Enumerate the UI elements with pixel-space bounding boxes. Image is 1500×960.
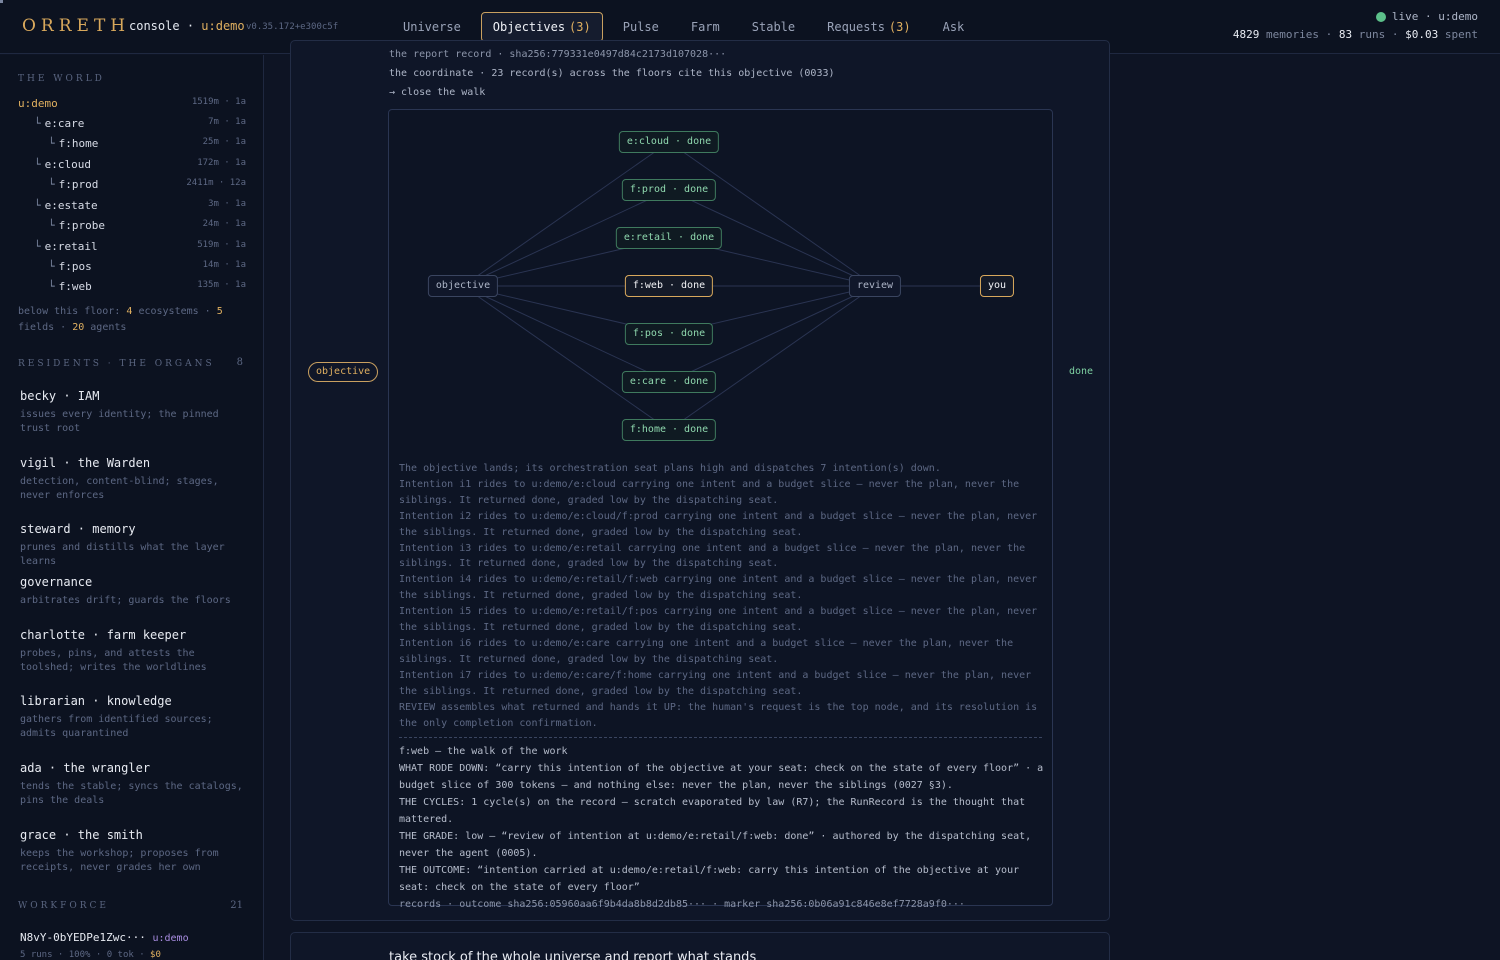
residents-heading: RESIDENTS · THE ORGANS <box>18 359 215 369</box>
node-e-care[interactable]: e:care · done <box>621 371 717 393</box>
universe-label: u:demo <box>201 19 245 33</box>
tree-item-f-home[interactable]: └ f:home 25m · 1a <box>18 137 246 153</box>
next-objective-title: take stock of the whole universe and rep… <box>389 950 757 960</box>
walk-title: f:web — the walk of the work <box>399 746 568 757</box>
tab-universe[interactable]: Universe <box>391 12 473 42</box>
tree-item-e-cloud[interactable]: └ e:cloud 172m · 1a <box>18 158 246 174</box>
live-indicator-icon <box>1375 11 1386 22</box>
node-f-web[interactable]: f:web · done <box>624 275 714 297</box>
tree-item-u-demo[interactable]: u:demo 1519m · 1a <box>18 97 246 113</box>
coordinate-line: the coordinate · 23 record(s) across the… <box>389 68 835 79</box>
edge-intention-review <box>668 285 876 431</box>
usage-stats: 4829 memories · 83 runs · $0.03 spent <box>1232 28 1478 41</box>
node-f-prod[interactable]: f:prod · done <box>621 179 717 201</box>
node-e-retail[interactable]: e:retail · done <box>615 227 723 249</box>
tab-pulse[interactable]: Pulse <box>611 12 671 42</box>
tab-objectives[interactable]: Objectives (3) <box>480 12 603 42</box>
walk-grade: THE GRADE: low — “review of intention at… <box>399 831 1032 859</box>
edge-objective-intention <box>462 285 670 431</box>
edge-intention-review <box>668 141 876 287</box>
sidebar: THE WORLD u:demo 1519m · 1a └ e:care 7m · 1… <box>0 55 264 960</box>
node-objective[interactable]: objective <box>427 275 499 297</box>
edge-objective-intention <box>462 141 670 287</box>
world-heading: THE WORLD <box>18 74 105 84</box>
resident-becky[interactable]: becky · IAM issues every identity; the pi… <box>20 389 250 436</box>
console-label: console · u:demo <box>129 19 245 33</box>
walk-outcome: THE OUTCOME: “intention carried at u:dem… <box>399 865 1020 893</box>
walk-rode-down: WHAT RODE DOWN: “carry this intention of… <box>399 763 1044 791</box>
walk-divider <box>399 737 1042 738</box>
objective-state: done <box>1069 366 1094 377</box>
resident-vigil[interactable]: vigil · the Warden detection, content-bli… <box>20 456 250 503</box>
workforce-count: 21 <box>230 900 243 911</box>
walk-records: records · outcome sha256:05960aa6f9b4da8… <box>399 899 965 910</box>
next-objective-card[interactable]: take stock of the whole universe and rep… <box>290 932 1110 960</box>
resident-grace[interactable]: grace · the smith keeps the workshop; pro… <box>20 828 250 875</box>
node-f-home[interactable]: f:home · done <box>621 419 717 441</box>
tree-item-f-web[interactable]: └ f:web 135m · 1a <box>18 280 246 296</box>
requests-count: (3) <box>888 20 911 34</box>
close-walk-link[interactable]: → close the walk <box>389 87 485 98</box>
node-f-pos[interactable]: f:pos · done <box>624 323 714 345</box>
brand-logo[interactable]: ORRETH <box>22 16 130 36</box>
resident-governance[interactable]: governance arbitrates drift; guards the f… <box>20 575 250 608</box>
tab-ask[interactable]: Ask <box>931 12 977 42</box>
main-nav: Universe Objectives (3) Pulse Farm Stable… <box>391 12 984 42</box>
walk-cycles: THE CYCLES: 1 cycle(s) on the record — s… <box>399 797 1026 825</box>
workforce-heading: WORKFORCE <box>18 901 109 911</box>
live-label: live · u:demo <box>1391 10 1478 23</box>
narrative: The objective lands; its orchestration s… <box>399 463 1038 729</box>
resident-librarian[interactable]: librarian · knowledge gathers from identi… <box>20 694 250 741</box>
resident-ada[interactable]: ada · the wrangler tends the stable; sync… <box>20 761 250 808</box>
tree-item-f-pos[interactable]: └ f:pos 14m · 1a <box>18 260 246 276</box>
objectives-count: (3) <box>569 20 591 34</box>
tree-item-e-retail[interactable]: └ e:retail 519m · 1a <box>18 240 246 256</box>
below-floor-summary: below this floor: 4 ecosystems · 5 field… <box>18 306 223 333</box>
resident-charlotte[interactable]: charlotte · farm keeper probes, pins, and… <box>20 628 250 675</box>
tree-item-f-probe[interactable]: └ f:probe 24m · 1a <box>18 219 246 235</box>
corner-mark <box>0 0 3 3</box>
tree-item-f-prod[interactable]: └ f:prod 2411m · 12a <box>18 178 246 194</box>
resident-steward[interactable]: steward · memory prunes and distills what… <box>20 522 250 569</box>
tab-farm[interactable]: Farm <box>679 12 732 42</box>
residents-count: 8 <box>236 357 243 368</box>
version-label: v0.35.172+e300c5f <box>246 22 339 32</box>
tab-requests[interactable]: Requests (3) <box>815 12 922 42</box>
worker-stats: 5 runs · 100% · 0 tok · $0 <box>20 950 161 960</box>
walk-of-work: f:web — the walk of the work WHAT RODE D… <box>399 743 1047 913</box>
node-e-cloud[interactable]: e:cloud · done <box>618 131 720 153</box>
node-review[interactable]: review <box>848 275 902 297</box>
tab-stable[interactable]: Stable <box>740 12 807 42</box>
objective-kind-badge: objective <box>308 362 379 382</box>
status-panel: live · u:demo 4829 memories · 83 runs · … <box>1233 10 1478 41</box>
dispatch-graph: objective e:cloud · done f:prod · done e… <box>388 109 1053 454</box>
worker-item[interactable]: N8vY-0bYEDPe1Zwc··· u:demo <box>20 931 189 944</box>
node-you[interactable]: you <box>979 275 1015 297</box>
tree-item-e-care[interactable]: └ e:care 7m · 1a <box>18 117 246 133</box>
report-record: the report record · sha256:779331e0497d8… <box>389 49 727 60</box>
tree-item-e-estate[interactable]: └ e:estate 3m · 1a <box>18 199 246 215</box>
